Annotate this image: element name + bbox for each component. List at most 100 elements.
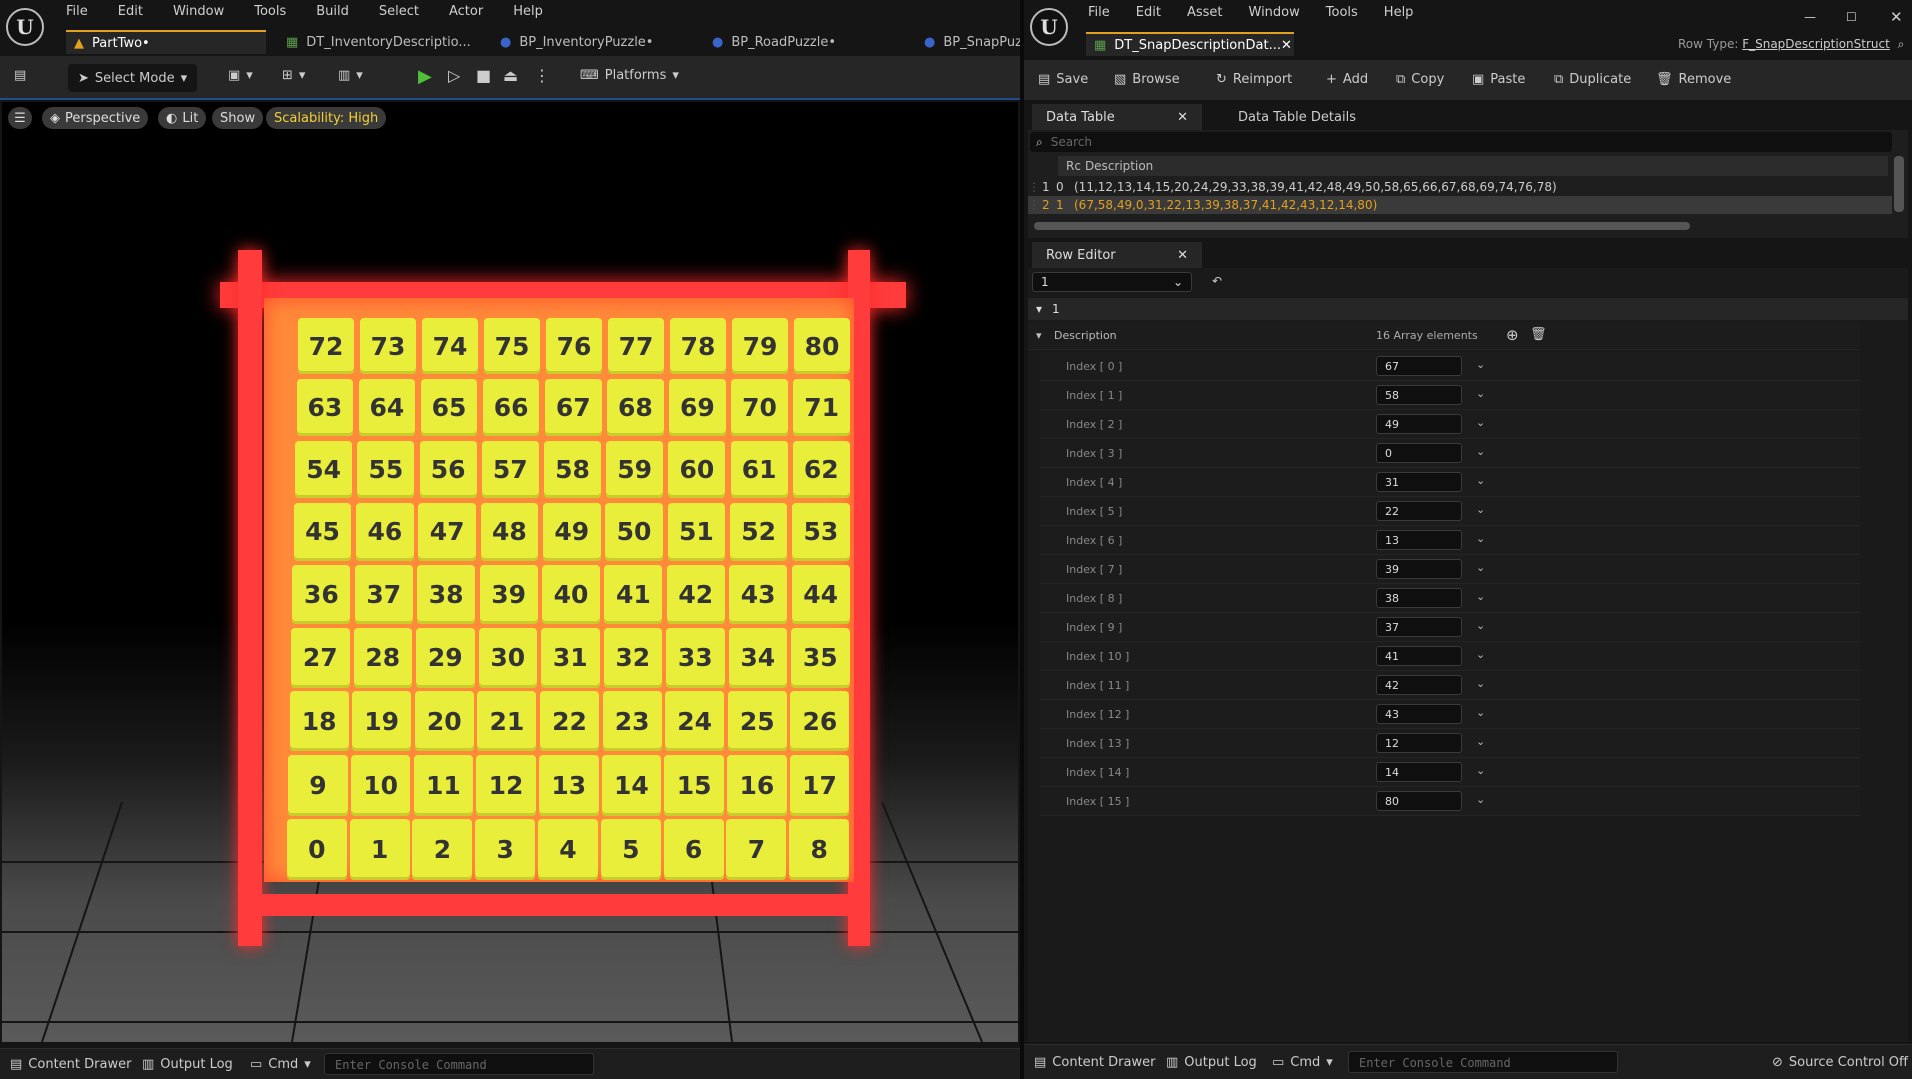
array-index-value-field[interactable]: 38 bbox=[1376, 588, 1462, 608]
chevron-down-icon[interactable]: ⌄ bbox=[1476, 764, 1485, 777]
header-rc[interactable]: Rc bbox=[1066, 159, 1081, 173]
array-index-value-field[interactable]: 42 bbox=[1376, 675, 1462, 695]
output-log-button[interactable]: ▥ Output Log bbox=[142, 1049, 233, 1079]
menu-select[interactable]: Select bbox=[379, 4, 419, 19]
row-section-header[interactable]: ▾ 1 bbox=[1028, 298, 1908, 320]
vertical-scrollbar[interactable] bbox=[1894, 156, 1904, 212]
tab-parttwo[interactable]: ▲ PartTwo• bbox=[66, 30, 266, 54]
chevron-down-icon[interactable]: ⌄ bbox=[1476, 474, 1485, 487]
chevron-down-icon[interactable]: ⌄ bbox=[1476, 706, 1485, 719]
array-index-value-field[interactable]: 31 bbox=[1376, 472, 1462, 492]
source-control-button[interactable]: ⊘ Source Control Off bbox=[1772, 1045, 1908, 1079]
play-button[interactable]: ▶ bbox=[418, 66, 432, 87]
close-icon[interactable]: ✕ bbox=[1281, 38, 1292, 53]
close-window-button[interactable]: ✕ bbox=[1890, 8, 1903, 26]
menu-file[interactable]: File bbox=[1088, 5, 1110, 20]
unreal-logo-icon[interactable]: U bbox=[1030, 8, 1068, 46]
close-icon[interactable]: ✕ bbox=[1177, 110, 1188, 125]
panel-tab-data-table[interactable]: Data Table ✕ bbox=[1032, 104, 1202, 130]
chevron-down-icon[interactable]: ⌄ bbox=[1476, 648, 1485, 661]
array-index-value-field[interactable]: 41 bbox=[1376, 646, 1462, 666]
menu-help[interactable]: Help bbox=[1384, 5, 1414, 20]
platforms-button[interactable]: ⌨ Platforms ▾ bbox=[580, 68, 679, 83]
panel-tab-details[interactable]: Data Table Details bbox=[1216, 104, 1378, 130]
array-index-value-field[interactable]: 37 bbox=[1376, 617, 1462, 637]
menu-tools[interactable]: Tools bbox=[1326, 5, 1358, 20]
chevron-down-icon[interactable]: ⌄ bbox=[1476, 619, 1485, 632]
menu-edit[interactable]: Edit bbox=[118, 4, 143, 19]
output-log-button[interactable]: ▥ Output Log bbox=[1166, 1045, 1257, 1079]
paste-button[interactable]: ▣ Paste bbox=[1472, 72, 1525, 87]
table-row-selected[interactable]: ⋮ 2 1 (67,58,49,0,31,22,13,39,38,37,41,42,4… bbox=[1028, 196, 1892, 214]
array-index-value-field[interactable]: 49 bbox=[1376, 414, 1462, 434]
array-index-value-field[interactable]: 58 bbox=[1376, 385, 1462, 405]
scalability-button[interactable]: Scalability: High bbox=[266, 107, 387, 129]
menu-build[interactable]: Build bbox=[316, 4, 349, 19]
array-index-value-field[interactable]: 80 bbox=[1376, 791, 1462, 811]
chevron-down-icon[interactable]: ⌄ bbox=[1476, 590, 1485, 603]
cmd-button[interactable]: ▭ Cmd ▾ bbox=[250, 1049, 311, 1079]
chevron-down-icon[interactable]: ⌄ bbox=[1476, 532, 1485, 545]
menu-help[interactable]: Help bbox=[513, 4, 543, 19]
menu-window[interactable]: Window bbox=[1249, 5, 1300, 20]
drag-handle-icon[interactable]: ⋮ bbox=[1028, 180, 1042, 194]
stop-button[interactable]: ■ bbox=[476, 66, 491, 85]
search-icon[interactable]: ⌕ bbox=[1898, 37, 1905, 51]
add-element-icon[interactable]: ⊕ bbox=[1506, 326, 1519, 344]
eject-button[interactable]: ⏏ bbox=[503, 66, 518, 85]
array-index-value-field[interactable]: 39 bbox=[1376, 559, 1462, 579]
maximize-button[interactable]: ☐ bbox=[1846, 10, 1857, 24]
chevron-down-icon[interactable]: ⌄ bbox=[1476, 561, 1485, 574]
chevron-down-icon[interactable]: ⌄ bbox=[1476, 416, 1485, 429]
add-actor-button[interactable]: ▣ ▾ bbox=[228, 68, 253, 83]
chevron-down-icon[interactable]: ⌄ bbox=[1476, 677, 1485, 690]
array-index-value-field[interactable]: 12 bbox=[1376, 733, 1462, 753]
menu-tools[interactable]: Tools bbox=[254, 4, 286, 19]
cmd-button[interactable]: ▭ Cmd ▾ bbox=[1272, 1045, 1333, 1079]
expand-arrow-icon[interactable]: ▾ bbox=[1036, 329, 1042, 342]
panel-tab-row-editor[interactable]: Row Editor ✕ bbox=[1032, 242, 1202, 268]
content-drawer-button[interactable]: ▤ Content Drawer bbox=[10, 1049, 131, 1079]
chevron-down-icon[interactable]: ⌄ bbox=[1476, 793, 1485, 806]
chevron-down-icon[interactable]: ⌄ bbox=[1476, 358, 1485, 371]
console-input[interactable]: Enter Console Command bbox=[324, 1053, 594, 1075]
tab-dt-inventory[interactable]: ▦ DT_InventoryDescriptio... bbox=[278, 30, 479, 54]
blueprint-menu-button[interactable]: ⊞ ▾ bbox=[282, 68, 305, 83]
viewport[interactable]: ☰ ◈ Perspective ◐ Lit Show Scalability: Hi… bbox=[2, 102, 1018, 1042]
menu-window[interactable]: Window bbox=[173, 4, 224, 19]
perspective-button[interactable]: ◈ Perspective bbox=[42, 107, 149, 129]
save-button[interactable]: ▤ Save bbox=[1038, 72, 1088, 87]
copy-button[interactable]: ⧉ Copy bbox=[1396, 72, 1444, 87]
add-button[interactable]: + Add bbox=[1326, 72, 1368, 87]
reimport-button[interactable]: ↻ Reimport bbox=[1216, 72, 1292, 87]
header-description[interactable]: Description bbox=[1085, 159, 1153, 173]
row-type-value[interactable]: F_SnapDescriptionStruct bbox=[1742, 37, 1890, 51]
trash-icon[interactable]: 🗑 bbox=[1530, 327, 1547, 342]
chevron-down-icon[interactable]: ⌄ bbox=[1476, 735, 1485, 748]
row-selector-dropdown[interactable]: 1 ⌄ bbox=[1032, 272, 1192, 292]
cinematics-button[interactable]: ▥ ▾ bbox=[338, 68, 363, 83]
viewport-options-button[interactable]: ☰ bbox=[8, 107, 32, 129]
chevron-down-icon[interactable]: ⌄ bbox=[1476, 503, 1485, 516]
array-index-value-field[interactable]: 13 bbox=[1376, 530, 1462, 550]
unreal-logo-icon[interactable]: U bbox=[6, 8, 44, 46]
browse-button[interactable]: ▧ Browse bbox=[1114, 72, 1180, 87]
menu-file[interactable]: File bbox=[66, 4, 88, 19]
show-button[interactable]: Show bbox=[212, 107, 264, 129]
console-input[interactable]: Enter Console Command bbox=[1348, 1051, 1618, 1073]
horizontal-scrollbar[interactable] bbox=[1034, 222, 1690, 230]
tab-dt-snap[interactable]: ▦ DT_SnapDescriptionDat... ✕ bbox=[1086, 32, 1294, 56]
table-row[interactable]: ⋮ 1 0 (11,12,13,14,15,20,24,29,33,38,39,41,… bbox=[1028, 178, 1892, 196]
menu-edit[interactable]: Edit bbox=[1136, 5, 1161, 20]
array-index-value-field[interactable]: 67 bbox=[1376, 356, 1462, 376]
menu-asset[interactable]: Asset bbox=[1187, 5, 1223, 20]
array-index-value-field[interactable]: 0 bbox=[1376, 443, 1462, 463]
array-index-value-field[interactable]: 22 bbox=[1376, 501, 1462, 521]
reset-to-default-icon[interactable]: ↶ bbox=[1212, 274, 1222, 288]
menu-actor[interactable]: Actor bbox=[449, 4, 483, 19]
select-mode-button[interactable]: ➤ Select Mode ▾ bbox=[68, 64, 198, 92]
content-drawer-button[interactable]: ▤ Content Drawer bbox=[1034, 1045, 1155, 1079]
minimize-button[interactable]: — bbox=[1804, 10, 1816, 24]
advance-frame-button[interactable]: ▷ bbox=[448, 66, 460, 85]
search-input[interactable]: ⌕ Search bbox=[1030, 132, 1892, 152]
